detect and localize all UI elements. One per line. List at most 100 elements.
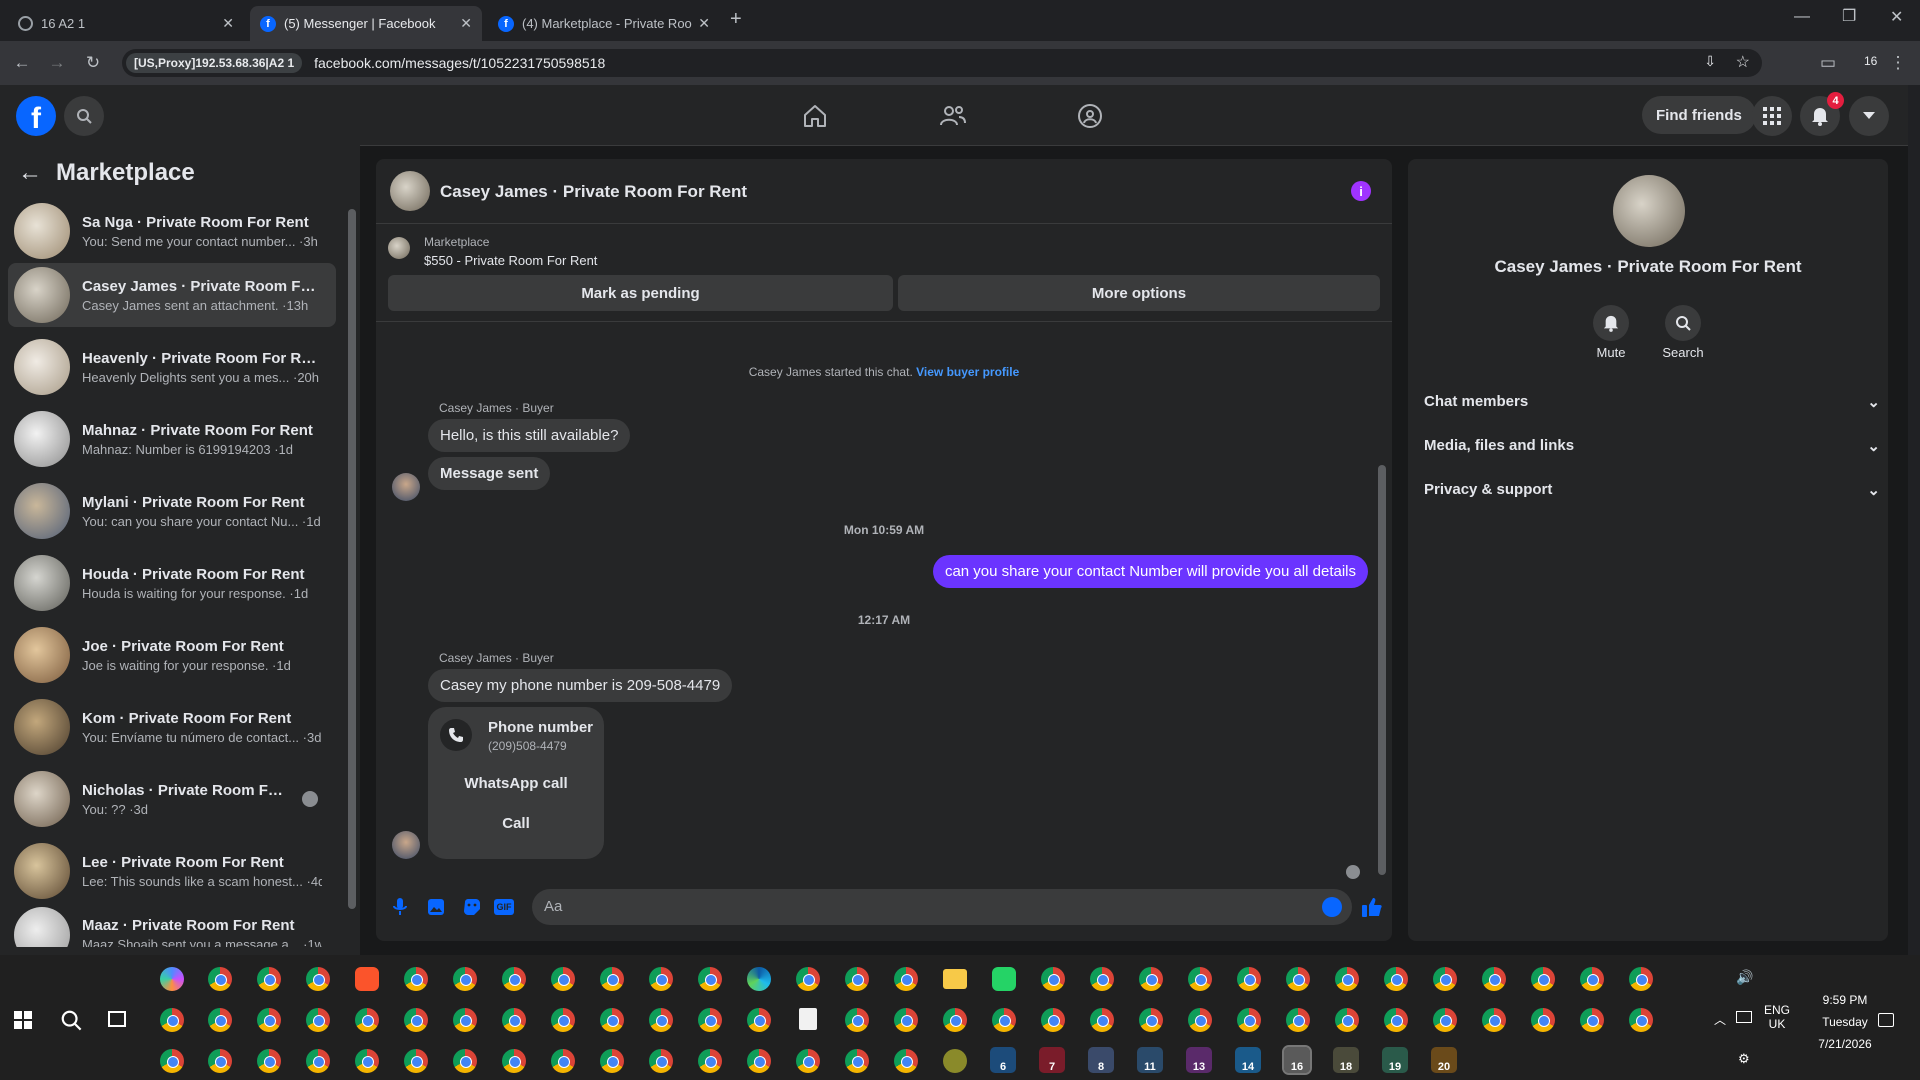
chrome-icon[interactable] xyxy=(600,1008,624,1032)
chrome-icon[interactable] xyxy=(649,967,673,991)
chrome-icon[interactable] xyxy=(1286,967,1310,991)
info-icon[interactable]: i xyxy=(1351,181,1371,201)
chrome-icon[interactable] xyxy=(404,967,428,991)
clock[interactable]: 9:59 PM Tuesday 7/21/2026 xyxy=(1800,989,1890,1055)
chrome-icon[interactable] xyxy=(355,1008,379,1032)
chrome-icon[interactable] xyxy=(1139,1008,1163,1032)
restore-icon[interactable]: ❐ xyxy=(1842,6,1856,26)
task-view-icon[interactable] xyxy=(108,1011,126,1027)
view-buyer-profile-link[interactable]: View buyer profile xyxy=(916,365,1019,379)
accessibility-icon[interactable]: ⚙ xyxy=(1738,1051,1750,1067)
numbered-app-icon[interactable]: 19 xyxy=(1382,1047,1408,1073)
whatsapp-call-button[interactable]: WhatsApp call xyxy=(428,775,604,792)
chrome-icon[interactable] xyxy=(306,1008,330,1032)
conversation-item[interactable]: Sa Nga · Private Room For Rent You: Send … xyxy=(8,199,336,263)
chrome-icon[interactable] xyxy=(894,1008,918,1032)
chrome-icon[interactable] xyxy=(1237,1008,1261,1032)
chrome-icon[interactable] xyxy=(747,1008,771,1032)
conversation-item-selected[interactable]: Casey James · Private Room For ... Casey … xyxy=(8,263,336,327)
chat-avatar[interactable] xyxy=(390,171,430,211)
chrome-icon[interactable] xyxy=(649,1008,673,1032)
accordion-media-files-links[interactable]: Media, files and links ⌄ xyxy=(1424,437,1880,455)
close-tab-icon[interactable]: ✕ xyxy=(222,15,234,32)
taskbar-search-icon[interactable] xyxy=(60,1009,82,1036)
address-bar[interactable]: [US,Proxy]192.53.68.36|A2 1 facebook.com… xyxy=(122,49,1762,77)
list-scrollbar[interactable] xyxy=(348,185,356,915)
notifications-bell-icon[interactable]: 4 xyxy=(1800,92,1844,136)
chrome-icon[interactable] xyxy=(796,967,820,991)
chrome-icon[interactable] xyxy=(698,1008,722,1032)
chrome-icon[interactable] xyxy=(1580,967,1604,991)
profile-avatar[interactable] xyxy=(1613,175,1685,247)
minimize-icon[interactable]: — xyxy=(1794,8,1810,26)
chrome-icon[interactable] xyxy=(160,1008,184,1032)
accordion-privacy-support[interactable]: Privacy & support ⌄ xyxy=(1424,481,1880,499)
groups-icon[interactable] xyxy=(1074,100,1106,132)
chrome-icon[interactable] xyxy=(845,1049,869,1073)
chrome-icon[interactable] xyxy=(600,967,624,991)
profile-badge[interactable]: 16 xyxy=(1864,54,1877,68)
conversation-item[interactable]: Nicholas · Private Room For R... You: ?? … xyxy=(8,767,336,831)
chrome-icon[interactable] xyxy=(1090,967,1114,991)
language-indicator[interactable]: ENG UK xyxy=(1762,1003,1792,1031)
chrome-icon[interactable] xyxy=(1041,1008,1065,1032)
chrome-icon[interactable] xyxy=(845,1008,869,1032)
chrome-icon[interactable] xyxy=(894,1049,918,1073)
mark-pending-button[interactable]: Mark as pending xyxy=(388,275,893,311)
chrome-icon[interactable] xyxy=(1629,1008,1653,1032)
close-tab-icon[interactable]: ✕ xyxy=(698,15,710,32)
numbered-app-icon[interactable]: 7 xyxy=(1039,1047,1065,1073)
message-bubble[interactable]: Message sent xyxy=(428,457,551,490)
conversation-item[interactable]: Mylani · Private Room For Rent You: can y… xyxy=(8,479,336,543)
menu-grid-icon[interactable] xyxy=(1752,96,1792,136)
chrome-icon[interactable] xyxy=(1580,1008,1604,1032)
window-close-icon[interactable]: ✕ xyxy=(1890,7,1903,27)
chrome-icon[interactable] xyxy=(257,1049,281,1073)
listing-title[interactable]: $550 - Private Room For Rent xyxy=(424,253,597,268)
tray-chevron-up-icon[interactable]: ︿ xyxy=(1714,1011,1726,1028)
forward-icon[interactable]: → xyxy=(45,51,69,75)
mute-bell-icon[interactable] xyxy=(1593,305,1629,341)
numbered-app-icon[interactable]: 20 xyxy=(1431,1047,1457,1073)
new-tab-icon[interactable]: + xyxy=(730,8,742,31)
windows-start-icon[interactable] xyxy=(14,1011,32,1029)
search-in-chat-icon[interactable] xyxy=(1665,305,1701,341)
chrome-icon[interactable] xyxy=(1531,967,1555,991)
message-bubble[interactable]: Casey my phone number is 209-508-4479 xyxy=(428,669,733,702)
whatsapp-icon[interactable] xyxy=(992,967,1016,991)
numbered-app-icon[interactable]: 6 xyxy=(990,1047,1016,1073)
mute-label[interactable]: Mute xyxy=(1571,345,1651,360)
reload-icon[interactable]: ↻ xyxy=(81,51,105,75)
chrome-icon[interactable] xyxy=(404,1049,428,1073)
chrome-icon[interactable] xyxy=(208,967,232,991)
chrome-icon[interactable] xyxy=(502,967,526,991)
chrome-icon[interactable] xyxy=(1188,967,1212,991)
numbered-app-icon[interactable]: 16 xyxy=(1282,1045,1312,1075)
chrome-icon[interactable] xyxy=(1335,1008,1359,1032)
chrome-icon[interactable] xyxy=(502,1049,526,1073)
numbered-app-icon[interactable]: 18 xyxy=(1333,1047,1359,1073)
chrome-icon[interactable] xyxy=(943,1008,967,1032)
chrome-icon[interactable] xyxy=(992,1008,1016,1032)
edge-icon[interactable] xyxy=(747,967,771,991)
sender-avatar[interactable] xyxy=(392,831,420,859)
photo-icon[interactable] xyxy=(424,895,448,919)
chrome-icon[interactable] xyxy=(551,1049,575,1073)
browser-tab-1[interactable]: 16 A2 1 ✕ xyxy=(8,6,244,41)
volume-icon[interactable]: 🔊 xyxy=(1736,969,1753,986)
brave-icon[interactable] xyxy=(355,967,379,991)
chrome-icon[interactable] xyxy=(404,1008,428,1032)
chrome-icon[interactable] xyxy=(257,967,281,991)
file-explorer-icon[interactable] xyxy=(943,969,967,989)
message-bubble[interactable]: Hello, is this still available? xyxy=(428,419,631,452)
chrome-icon[interactable] xyxy=(894,967,918,991)
back-arrow-icon[interactable]: ← xyxy=(18,159,42,187)
notification-center-icon[interactable] xyxy=(1878,1013,1894,1027)
copilot-icon[interactable] xyxy=(160,967,184,991)
chrome-icon[interactable] xyxy=(747,1049,771,1073)
chrome-icon[interactable] xyxy=(355,1049,379,1073)
numbered-app-icon[interactable]: 8 xyxy=(1088,1047,1114,1073)
thumbs-up-icon[interactable] xyxy=(1358,893,1386,921)
microphone-icon[interactable] xyxy=(388,895,412,919)
chrome-icon[interactable] xyxy=(208,1008,232,1032)
